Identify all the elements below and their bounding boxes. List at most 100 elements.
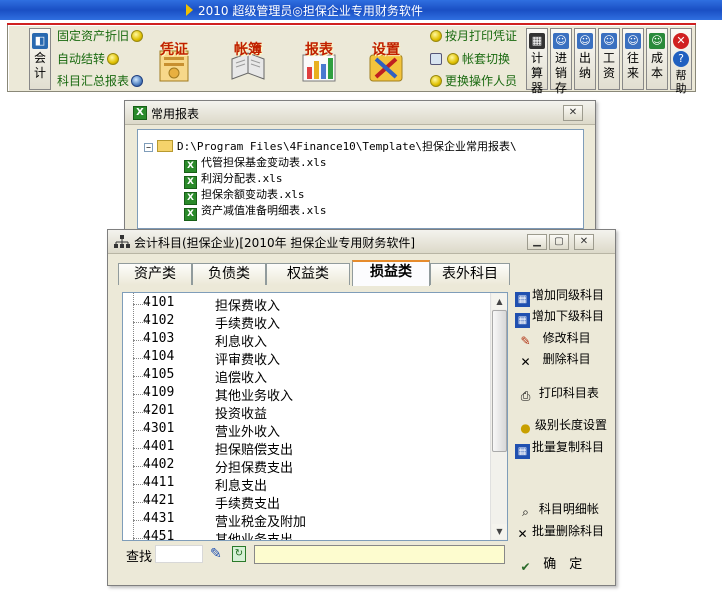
edit-account-button[interactable]: ✎ 修改科目 [518, 329, 590, 348]
account-row[interactable]: 4401 担保赔偿支出 [123, 439, 491, 458]
cashier-button[interactable]: ☺ 出纳 [574, 28, 596, 90]
auto-transfer-link[interactable]: 自动结转 [57, 50, 120, 68]
report-file-name: 资产减值准备明细表.xls [201, 204, 327, 217]
account-row[interactable]: 4109 其他业务收入 [123, 385, 491, 404]
print-voucher-link[interactable]: 按月打印凭证 [428, 27, 517, 45]
tab-profit-loss[interactable]: 损益类 [352, 260, 430, 286]
delete-account-label: 删除科目 [542, 352, 591, 366]
delete-account-button[interactable]: ✕ 删除科目 [518, 350, 591, 369]
account-code: 4201 [143, 403, 175, 418]
account-code: 4401 [143, 439, 175, 454]
batch-delete-label: 批量删除科目 [532, 524, 605, 538]
summary-report-icon [131, 75, 144, 87]
report-button[interactable]: 报表 [291, 27, 347, 91]
search-paint-icon[interactable]: ✎ [210, 546, 222, 562]
batch-delete-button[interactable]: ✕ 批量删除科目 [515, 522, 605, 541]
tab-liabilities[interactable]: 负债类 [192, 263, 266, 285]
scroll-thumb[interactable] [492, 310, 507, 452]
cashier-icon: ☺ [577, 33, 593, 49]
account-name: 评审费收入 [215, 353, 281, 368]
account-row[interactable]: 4411 利息支出 [123, 475, 491, 494]
print-accounts-button[interactable]: ⎙ 打印科目表 [518, 384, 599, 403]
folder-icon [157, 140, 173, 152]
account-name: 担保赔偿支出 [215, 443, 294, 458]
payroll-label: 工资 [602, 51, 615, 80]
scroll-up-icon[interactable]: ▲ [492, 294, 507, 309]
account-name: 营业外收入 [215, 425, 281, 440]
tab-equity[interactable]: 权益类 [266, 263, 350, 285]
confirm-icon: ✔ [520, 560, 531, 574]
change-operator-link[interactable]: 更换操作人员 [428, 72, 517, 90]
report-file-name: 代管担保基金变动表.xls [201, 156, 327, 169]
refresh-icon[interactable]: ↻ [232, 546, 246, 562]
add-sibling-button[interactable]: ▦ 增加同级科目 [515, 286, 605, 307]
account-row[interactable]: 4201 投资收益 [123, 403, 491, 422]
account-row[interactable]: 4105 追偿收入 [123, 367, 491, 386]
account-row[interactable]: 4421 手续费支出 [123, 493, 491, 512]
cost-icon: ☺ [649, 33, 665, 49]
account-row[interactable]: 4402 分担保费支出 [123, 457, 491, 476]
tab-assets[interactable]: 资产类 [118, 263, 192, 285]
transactions-button[interactable]: ☺ 往来 [622, 28, 644, 90]
settings-button[interactable]: 设置 [358, 27, 414, 91]
depreciation-link[interactable]: 固定资产折旧 [57, 27, 144, 45]
change-operator-dot-icon [430, 75, 442, 87]
account-code: 4431 [143, 511, 175, 526]
depreciation-label: 固定资产折旧 [57, 29, 130, 43]
calculator-button[interactable]: ▦ 计算器 [526, 28, 548, 95]
account-list-scrollbar[interactable]: ▲ ▼ [490, 293, 507, 540]
cashier-label: 出纳 [578, 51, 591, 80]
account-row[interactable]: 4451 其他业务支出 [123, 529, 491, 541]
payroll-button[interactable]: ☺ 工资 [598, 28, 620, 90]
depreciation-dot-icon [131, 30, 144, 42]
confirm-button[interactable]: ✔ 确 定 [518, 556, 582, 574]
accounts-titlebar: 会计科目(担保企业)[2010年 担保企业专用财务软件] ▁ ▢ ✕ [108, 230, 615, 254]
inventory-button[interactable]: ☺ 进销存 [550, 28, 572, 95]
maximize-button[interactable]: ▢ [549, 234, 569, 250]
account-row[interactable]: 4301 营业外收入 [123, 421, 491, 440]
batch-delete-icon: ✕ [517, 527, 528, 541]
account-code: 4109 [143, 385, 175, 400]
find-input[interactable] [155, 545, 203, 563]
collapse-icon[interactable]: − [144, 143, 153, 152]
add-child-button[interactable]: ▦ 增加下级科目 [515, 307, 605, 328]
print-voucher-label: 按月打印凭证 [445, 29, 518, 43]
accounts-window-title: 会计科目(担保企业)[2010年 担保企业专用财务软件] [134, 236, 416, 250]
add-sibling-label: 增加同级科目 [532, 288, 605, 302]
ledger-button[interactable]: 帐簿 [220, 27, 276, 91]
add-child-label: 增加下级科目 [532, 309, 605, 323]
voucher-label: 凭证 [160, 42, 188, 58]
app-title: 2010 超级管理员◎担保企业专用财务软件 [198, 4, 423, 18]
cost-button[interactable]: ☺ 成本 [646, 28, 668, 90]
voucher-button[interactable]: 凭证 [146, 27, 202, 91]
minimize-button[interactable]: ▁ [527, 234, 547, 250]
report-file-row[interactable]: X 资产减值准备明细表.xls [184, 202, 327, 221]
close-button[interactable]: ✕ [563, 105, 583, 121]
help-button[interactable]: ✕ ? 帮助 [670, 28, 692, 95]
batch-copy-icon: ▦ [515, 444, 530, 459]
account-detail-button[interactable]: ⌕ 科目明细帐 [518, 500, 599, 519]
close-button[interactable]: ✕ [574, 234, 594, 250]
account-row[interactable]: 4101 担保费收入 [123, 295, 491, 314]
account-row[interactable]: 4102 手续费收入 [123, 313, 491, 332]
account-row[interactable]: 4103 利息收入 [123, 331, 491, 350]
account-row[interactable]: 4104 评审费收入 [123, 349, 491, 368]
level-length-button[interactable]: ● 级别长度设置 [518, 416, 608, 435]
account-row[interactable]: 4431 营业税金及附加 [123, 511, 491, 530]
account-code: 4103 [143, 331, 175, 346]
tab-off-balance[interactable]: 表外科目 [430, 263, 510, 285]
settings-label: 设置 [372, 42, 400, 58]
report-label: 报表 [305, 42, 333, 58]
accounting-button[interactable]: ◧ 会计 [29, 28, 51, 90]
common-reports-window: X 常用报表 ✕ − D:\Program Files\4Finance10\Te… [124, 100, 596, 240]
switch-ledger-link[interactable]: 帐套切换 [428, 50, 510, 68]
report-folder-row[interactable]: − D:\Program Files\4Finance10\Template\担保… [144, 138, 517, 154]
account-name: 追偿收入 [215, 371, 268, 386]
summary-report-label: 科目汇总报表 [57, 74, 130, 88]
level-length-label: 级别长度设置 [535, 418, 608, 432]
scroll-down-icon[interactable]: ▼ [492, 524, 507, 539]
change-operator-label: 更换操作人员 [445, 74, 518, 88]
summary-report-link[interactable]: 科目汇总报表 [57, 72, 144, 90]
batch-copy-button[interactable]: ▦ 批量复制科目 [515, 438, 604, 459]
account-code: 4451 [143, 529, 175, 541]
